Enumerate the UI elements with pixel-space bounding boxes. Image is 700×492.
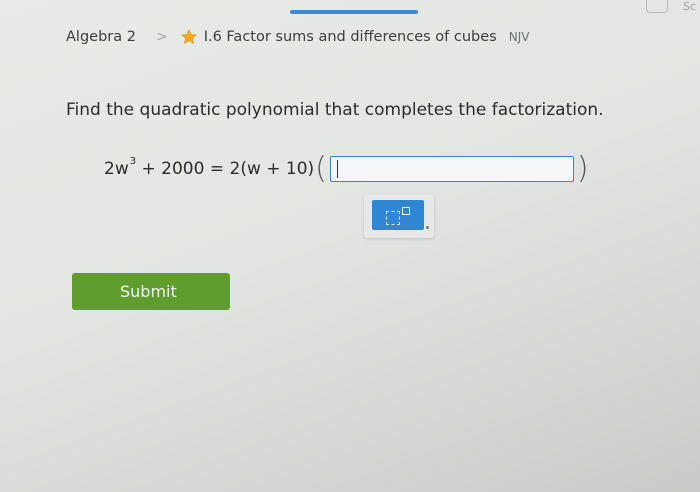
exponent-base-icon	[386, 211, 400, 225]
corner-link[interactable]: Sc	[646, 0, 700, 14]
skill-title: I.6 Factor sums and differences of cubes	[203, 29, 497, 45]
submit-button[interactable]: Submit	[72, 273, 230, 310]
rhs-factor: 2(w + 10)	[229, 159, 315, 179]
close-paren: )	[576, 151, 589, 186]
exponent-power-icon	[402, 207, 410, 215]
equals-sign: =	[204, 159, 230, 179]
math-keypad	[364, 194, 434, 238]
breadcrumb: Algebra 2 > I.6 Factor sums and differen…	[66, 24, 529, 50]
chevron-right-icon: >	[155, 29, 168, 45]
open-paren: (	[315, 151, 327, 186]
question-prompt: Find the quadratic polynomial that compl…	[66, 100, 604, 120]
lhs-base: 2w	[104, 159, 129, 179]
palette-dot-icon	[426, 226, 429, 229]
exponent-button[interactable]	[372, 200, 424, 230]
star-icon	[180, 28, 197, 45]
equation: 2w 3 + 2000 = 2(w + 10) ( )	[104, 152, 590, 186]
top-progress-indicator	[290, 10, 418, 14]
skill-code: NJV	[508, 30, 530, 44]
lhs-exponent: 3	[129, 155, 137, 167]
breadcrumb-course[interactable]: Algebra 2	[66, 29, 136, 45]
answer-input[interactable]	[329, 156, 574, 182]
text-caret	[336, 160, 338, 178]
lhs-rest: + 2000	[136, 159, 205, 179]
